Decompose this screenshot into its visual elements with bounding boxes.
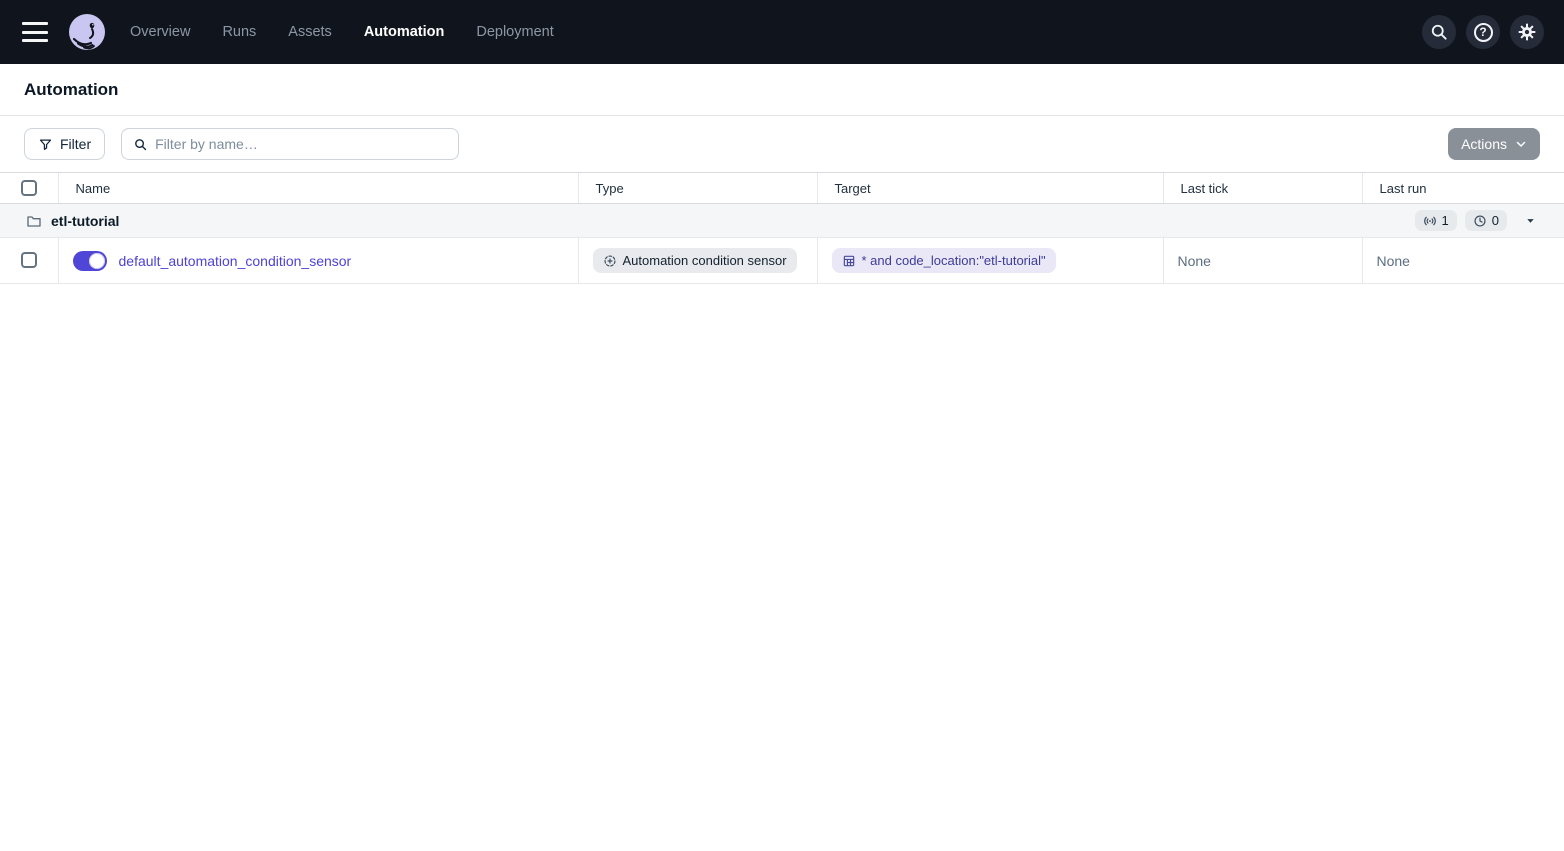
select-all-checkbox[interactable] (20, 180, 37, 197)
column-header-type: Type (577, 172, 817, 204)
column-header-last-tick: Last tick (1162, 172, 1362, 204)
last-run-value: None (1376, 252, 1410, 269)
automation-row: default_automation_condition_sensor Auto… (0, 237, 1564, 284)
sensor-name-link[interactable]: default_automation_condition_sensor (119, 253, 352, 269)
target-selection-badge[interactable]: * and code_location:"etl-tutorial" (831, 248, 1056, 273)
funnel-icon (38, 137, 53, 152)
last-tick-value: None (1177, 252, 1211, 269)
column-header-target: Target (816, 172, 1163, 204)
code-location-group-row: etl-tutorial 1 0 (0, 203, 1564, 238)
main-nav: Overview Runs Assets Automation Deployme… (130, 24, 554, 40)
filter-button-label: Filter (60, 136, 92, 152)
page-title: Automation (24, 79, 119, 99)
asset-selection-icon (842, 254, 856, 268)
toolbar: Filter Actions (0, 116, 1564, 172)
settings-button[interactable] (1510, 15, 1544, 49)
filter-button[interactable]: Filter (24, 128, 106, 160)
help-button[interactable]: ? (1466, 15, 1500, 49)
row-checkbox[interactable] (20, 252, 37, 269)
sensor-enabled-toggle[interactable] (72, 250, 107, 271)
toggle-knob (88, 252, 105, 269)
search-button[interactable] (1422, 15, 1456, 49)
automation-table: Name Type Target Last tick Last run etl-… (0, 172, 1564, 284)
sensor-icon (1423, 214, 1437, 228)
name-filter-input[interactable] (155, 136, 448, 152)
automation-condition-icon (603, 254, 617, 268)
hamburger-menu-icon[interactable] (22, 22, 48, 42)
collapse-group-button[interactable] (1521, 213, 1540, 228)
dagster-logo-icon[interactable] (68, 13, 106, 51)
column-header-last-run: Last run (1361, 172, 1564, 204)
table-header-row: Name Type Target Last tick Last run (0, 172, 1564, 204)
search-icon (133, 137, 148, 152)
target-selection-label: * and code_location:"etl-tutorial" (861, 253, 1046, 268)
sensor-type-label: Automation condition sensor (622, 253, 787, 268)
sensor-count-badge: 1 (1414, 210, 1457, 231)
column-header-name: Name (57, 172, 578, 204)
schedule-count-badge: 0 (1464, 210, 1507, 231)
sensor-type-badge: Automation condition sensor (592, 248, 797, 273)
sensor-count: 1 (1441, 213, 1449, 228)
nav-item-runs[interactable]: Runs (222, 24, 256, 40)
actions-button-label: Actions (1461, 136, 1507, 152)
actions-button[interactable]: Actions (1448, 128, 1540, 160)
nav-item-deployment[interactable]: Deployment (476, 24, 553, 40)
page-title-bar: Automation (0, 64, 1564, 116)
topbar-actions: ? (1422, 15, 1544, 49)
chevron-down-icon (1515, 138, 1527, 150)
schedule-count: 0 (1491, 213, 1499, 228)
name-filter-box (121, 128, 460, 160)
folder-icon (26, 213, 42, 229)
caret-down-icon (1525, 215, 1536, 226)
help-icon: ? (1473, 22, 1493, 42)
code-location-name: etl-tutorial (51, 212, 120, 229)
nav-item-automation[interactable]: Automation (364, 24, 445, 40)
top-nav-bar: Overview Runs Assets Automation Deployme… (0, 0, 1564, 64)
gear-icon (1517, 22, 1537, 42)
search-icon (1429, 22, 1449, 42)
nav-item-assets[interactable]: Assets (288, 24, 332, 40)
nav-item-overview[interactable]: Overview (130, 24, 190, 40)
clock-icon (1473, 214, 1487, 228)
